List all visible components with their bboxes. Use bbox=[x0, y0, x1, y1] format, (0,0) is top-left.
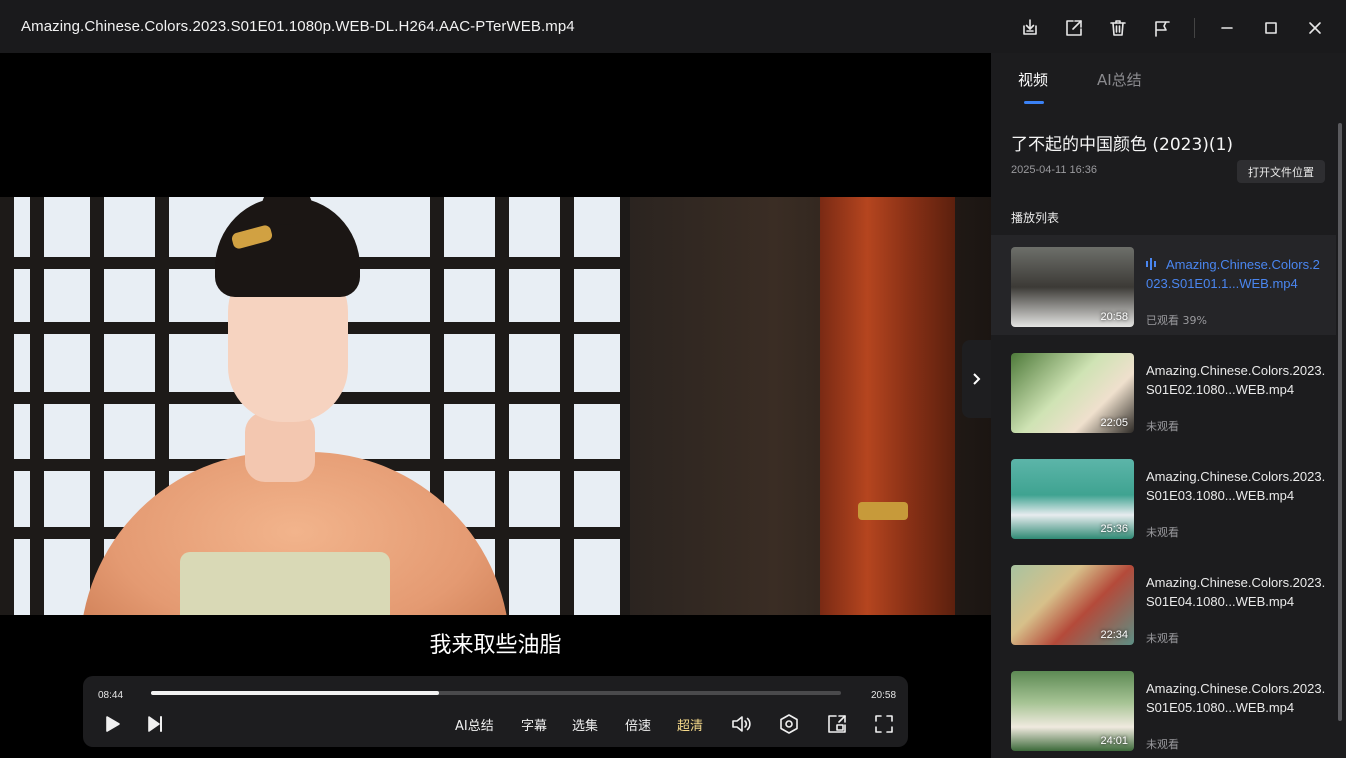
curtain-tie bbox=[858, 502, 908, 520]
episode-name-text: Amazing.Chinese.Colors.2023.S01E01.1...W… bbox=[1146, 257, 1320, 291]
quality-button[interactable]: 超清 bbox=[677, 715, 703, 734]
episode-status: 未观看 bbox=[1146, 526, 1179, 539]
trash-icon bbox=[1110, 20, 1126, 36]
speed-button[interactable]: 倍速 bbox=[625, 715, 651, 734]
episode-status: 未观看 bbox=[1146, 632, 1179, 645]
episode-name: Amazing.Chinese.Colors.2023.S01E04.1080.… bbox=[1146, 575, 1326, 609]
playlist-item[interactable]: 24:01 Amazing.Chinese.Colors.2023.S01E05… bbox=[991, 659, 1336, 758]
fullscreen-button[interactable] bbox=[872, 712, 896, 736]
play-icon bbox=[106, 716, 120, 732]
title-bar: Amazing.Chinese.Colors.2023.S01E01.1080p… bbox=[0, 0, 1346, 53]
playlist-scrollbar[interactable] bbox=[1338, 123, 1342, 721]
tab-video[interactable]: 视频 bbox=[1018, 69, 1048, 90]
side-panel: 视频 AI总结 了不起的中国颜色 (2023)(1) 2025-04-11 16… bbox=[991, 53, 1346, 758]
subtitles-button[interactable]: 字幕 bbox=[521, 715, 547, 734]
external-open-icon bbox=[1066, 20, 1082, 36]
playlist-item[interactable]: 22:05 Amazing.Chinese.Colors.2023.S01E02… bbox=[991, 341, 1336, 441]
maximize-button[interactable] bbox=[1255, 12, 1287, 44]
video-player[interactable]: 我来取些油脂 08:44 20:58 AI总结 字幕 选集 倍速 超清 bbox=[0, 53, 991, 758]
play-button[interactable] bbox=[100, 712, 124, 736]
subtitle-text: 我来取些油脂 bbox=[429, 633, 562, 658]
open-file-location-button[interactable]: 打开文件位置 bbox=[1237, 160, 1325, 183]
volume-icon bbox=[732, 716, 751, 732]
active-tab-indicator bbox=[1024, 101, 1044, 104]
episode-duration: 25:36 bbox=[1100, 523, 1128, 535]
maximize-icon bbox=[1265, 22, 1277, 34]
playlist-item[interactable]: 20:58 Amazing.Chinese.Colors.2023.S01E01… bbox=[991, 235, 1336, 335]
episode-thumbnail: 22:34 bbox=[1011, 565, 1134, 645]
actress-neck bbox=[245, 412, 315, 482]
episode-thumbnail: 22:05 bbox=[1011, 353, 1134, 433]
episode-thumbnail: 20:58 bbox=[1011, 247, 1134, 327]
episode-name: Amazing.Chinese.Colors.2023.S01E01.1...W… bbox=[1146, 255, 1326, 293]
pin-on-top-button[interactable] bbox=[1146, 12, 1178, 44]
total-time: 20:58 bbox=[871, 690, 897, 701]
series-date: 2025-04-11 16:36 bbox=[1011, 164, 1098, 176]
gear-icon bbox=[780, 714, 798, 734]
next-button[interactable] bbox=[143, 712, 167, 736]
open-external-button[interactable] bbox=[1058, 12, 1090, 44]
progress-bar[interactable] bbox=[151, 691, 841, 695]
download-button[interactable] bbox=[1014, 12, 1046, 44]
episode-duration: 22:34 bbox=[1100, 629, 1128, 641]
playlist-heading: 播放列表 bbox=[1011, 211, 1060, 225]
playlist-item[interactable]: 22:34 Amazing.Chinese.Colors.2023.S01E04… bbox=[991, 553, 1336, 653]
player-controls: 08:44 20:58 AI总结 字幕 选集 倍速 超清 bbox=[83, 676, 908, 747]
collapse-panel-button[interactable] bbox=[962, 340, 991, 418]
now-playing-icon bbox=[1146, 258, 1156, 270]
close-icon bbox=[1309, 22, 1321, 34]
episode-thumbnail: 25:36 bbox=[1011, 459, 1134, 539]
title-bar-divider bbox=[1194, 18, 1195, 38]
episode-status: 已观看 39% bbox=[1146, 314, 1207, 327]
ai-summary-button[interactable]: AI总结 bbox=[455, 715, 494, 734]
minimize-icon bbox=[1221, 27, 1233, 29]
episode-name: Amazing.Chinese.Colors.2023.S01E05.1080.… bbox=[1146, 681, 1326, 715]
settings-button[interactable] bbox=[777, 712, 801, 736]
window-title: Amazing.Chinese.Colors.2023.S01E01.1080p… bbox=[21, 18, 575, 35]
video-frame bbox=[0, 197, 991, 615]
current-time: 08:44 bbox=[98, 690, 124, 701]
episodes-button[interactable]: 选集 bbox=[572, 715, 598, 734]
playlist-item[interactable]: 25:36 Amazing.Chinese.Colors.2023.S01E03… bbox=[991, 447, 1336, 547]
download-icon bbox=[1023, 19, 1037, 35]
series-title: 了不起的中国颜色 (2023)(1) bbox=[1011, 135, 1234, 155]
pin-icon bbox=[1155, 21, 1170, 37]
picture-in-picture-button[interactable] bbox=[825, 712, 849, 736]
close-button[interactable] bbox=[1299, 12, 1331, 44]
episode-thumbnail: 24:01 bbox=[1011, 671, 1134, 751]
delete-button[interactable] bbox=[1102, 12, 1134, 44]
episode-name: Amazing.Chinese.Colors.2023.S01E03.1080.… bbox=[1146, 469, 1326, 503]
red-curtain bbox=[820, 197, 955, 615]
actress-dress bbox=[180, 552, 390, 615]
episode-duration: 24:01 bbox=[1100, 735, 1128, 747]
episode-name: Amazing.Chinese.Colors.2023.S01E02.1080.… bbox=[1146, 363, 1326, 397]
episode-duration: 20:58 bbox=[1100, 311, 1128, 323]
episode-status: 未观看 bbox=[1146, 420, 1179, 433]
episode-duration: 22:05 bbox=[1100, 417, 1128, 429]
chevron-right-icon bbox=[972, 373, 980, 385]
picture-in-picture-icon bbox=[828, 715, 846, 733]
fullscreen-icon bbox=[875, 715, 893, 733]
episode-status: 未观看 bbox=[1146, 738, 1179, 751]
tab-ai-summary[interactable]: AI总结 bbox=[1097, 69, 1142, 90]
next-icon bbox=[148, 716, 162, 732]
progress-fill bbox=[151, 691, 439, 695]
minimize-button[interactable] bbox=[1211, 12, 1243, 44]
volume-button[interactable] bbox=[729, 712, 753, 736]
